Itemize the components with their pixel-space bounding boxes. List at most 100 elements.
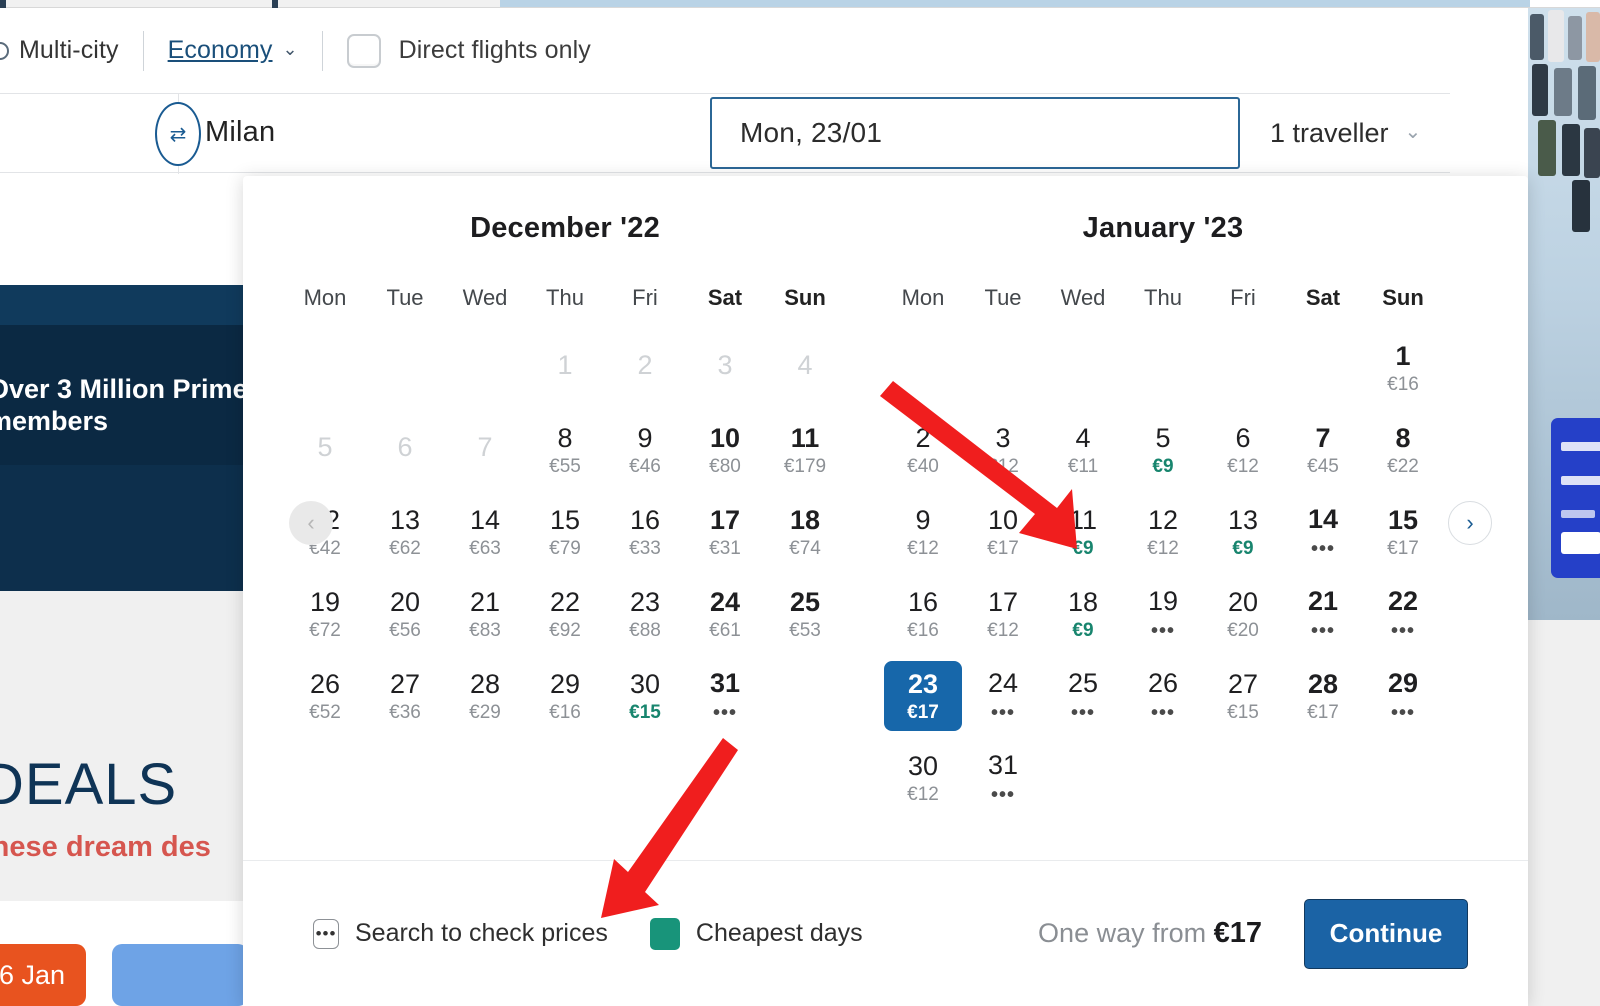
calendar-day-cell[interactable]: 13 €62 [365,491,445,573]
calendar-day-cell[interactable]: 7 €45 [1283,409,1363,491]
calendar-day-cell[interactable]: 25 ••• [1043,655,1123,737]
legend-cheapest-days: Cheapest days [649,917,863,950]
calendar-day-cell[interactable]: 29 ••• [1363,655,1443,737]
calendar-next-month-button[interactable]: › [1448,501,1492,545]
day-price: ••• [1390,619,1415,642]
promo-chip-blue[interactable] [112,944,248,1006]
calendar-day-cell[interactable]: 16 €33 [605,491,685,573]
calendar-week-row: 26 €52 27 €36 28 €29 29 €16 30 €15 31 ••• [285,655,845,737]
calendar-day-cell[interactable]: 14 €63 [445,491,525,573]
day-price: ••• [1310,537,1335,560]
calendar-day-cell[interactable]: 11 €179 [765,409,845,491]
hero-cta-card[interactable] [1551,418,1600,578]
day-price: ••• [1150,701,1175,724]
day-number: 4 [1075,422,1091,453]
promo-banner-prime: Over 3 Million Prime members [0,285,248,591]
day-price: €61 [709,620,741,642]
day-price: €16 [1387,374,1419,396]
calendar-day-cell[interactable]: 26 ••• [1123,655,1203,737]
calendar-day-cell[interactable]: 28 €29 [445,655,525,737]
calendar-day-cell[interactable]: 20 €56 [365,573,445,655]
calendar-day-cell[interactable]: 28 €17 [1283,655,1363,737]
calendar-day-cell[interactable]: 24 €61 [685,573,765,655]
day-price: €29 [469,702,501,724]
day-number: 13 [1227,504,1259,535]
calendar-day-cell[interactable]: 13 €9 [1203,491,1283,573]
calendar-day-cell: 6 [365,409,445,491]
calendar-day-cell[interactable]: 27 €15 [1203,655,1283,737]
calendar-day-cell[interactable]: 17 €31 [685,491,765,573]
calendar-day-cell[interactable]: 29 €16 [525,655,605,737]
day-price: €179 [783,456,827,478]
calendar-day-cell[interactable]: 5 €9 [1123,409,1203,491]
calendar-day-cell[interactable]: 21 €83 [445,573,525,655]
calendar-day-cell[interactable]: 17 €12 [963,573,1043,655]
day-number: 31 [987,750,1019,781]
calendar-day-cell[interactable]: 30 €12 [883,737,963,819]
chevron-down-icon: ⌄ [1404,120,1422,143]
calendar-day-cell[interactable]: 2 €40 [883,409,963,491]
date-picker-footer: ••• Search to check prices Cheapest days… [243,860,1528,1006]
continue-button[interactable]: Continue [1304,898,1468,969]
calendar-day-cell[interactable]: 6 €12 [1203,409,1283,491]
day-price: €36 [389,702,421,724]
day-number: 27 [389,668,421,699]
day-number: 23 [907,668,939,699]
promo-chip-date[interactable]: 6 Jan [0,944,86,1006]
calendar-week-row: 5 6 7 8 €55 9 €46 10 €80 11 €179 [285,409,845,491]
calendar-day-cell[interactable]: 3 €12 [963,409,1043,491]
calendar-day-cell[interactable]: 31 ••• [685,655,765,737]
calendar-day-cell[interactable]: 9 €46 [605,409,685,491]
calendar-day-cell: 7 [445,409,525,491]
calendar-day-cell[interactable]: 19 €72 [285,573,365,655]
direct-flights-label[interactable]: Direct flights only [399,36,591,65]
calendar-day-cell[interactable]: 22 ••• [1363,573,1443,655]
calendar-day-cell[interactable]: 12 €12 [1123,491,1203,573]
calendar-prev-month-button[interactable]: ‹ [289,501,333,545]
calendar-day-cell[interactable]: 11 €9 [1043,491,1123,573]
calendar-day-cell[interactable]: 16 €16 [883,573,963,655]
cabin-class-label[interactable]: Economy [168,36,273,64]
calendar-day-cell[interactable]: 20 €20 [1203,573,1283,655]
calendar-day-cell[interactable]: 23 €88 [605,573,685,655]
swap-arrows-icon[interactable]: ⇄ [155,102,201,166]
dow-fri: Fri [632,285,658,310]
day-price: €9 [1072,620,1094,642]
direct-flights-checkbox[interactable] [346,33,381,68]
calendar-day-cell[interactable]: 27 €36 [365,655,445,737]
calendar-day-cell[interactable]: 15 €17 [1363,491,1443,573]
calendar-day-cell[interactable]: 19 ••• [1123,573,1203,655]
calendar-day-cell[interactable]: 10 €80 [685,409,765,491]
calendar-day-cell[interactable]: 8 €55 [525,409,605,491]
date-input-field[interactable]: Mon, 23/01 [710,97,1240,169]
trip-type-radio-multicity[interactable] [0,41,9,60]
calendar-day-cell[interactable]: 15 €79 [525,491,605,573]
calendar-day-cell[interactable]: 18 €74 [765,491,845,573]
calendar-day-cell[interactable]: 31 ••• [963,737,1043,819]
calendar-day-cell[interactable]: 1 €16 [1363,327,1443,409]
calendar-day-cell[interactable]: 22 €92 [525,573,605,655]
day-number: 14 [1307,504,1339,535]
calendar-day-cell[interactable]: 24 ••• [963,655,1043,737]
calendar-day-cell[interactable]: 14 ••• [1283,491,1363,573]
trip-type-label-multicity[interactable]: Multi-city [19,36,119,65]
calendar-day-cell[interactable]: 26 €52 [285,655,365,737]
dow-tue: Tue [386,285,424,310]
cabin-class-selector[interactable]: Economy ⌄ [168,36,298,65]
day-number: 9 [915,504,931,535]
calendar-day-cell[interactable]: 10 €17 [963,491,1043,573]
destination-city-field[interactable]: Milan [205,116,275,149]
calendar-day-cell[interactable]: 4 €11 [1043,409,1123,491]
day-price: ••• [1150,619,1175,642]
day-price: €88 [629,620,661,642]
calendar-day-cell[interactable]: 18 €9 [1043,573,1123,655]
calendar-day-cell[interactable]: 30 €15 [605,655,685,737]
calendar-day-selected[interactable]: 23 €17 [883,655,963,737]
calendar-day-cell[interactable]: 9 €12 [883,491,963,573]
calendar-day-cell[interactable]: 25 €53 [765,573,845,655]
calendar-day-cell[interactable]: 21 ••• [1283,573,1363,655]
calendar-day-cell[interactable]: 8 €22 [1363,409,1443,491]
day-price: €63 [469,538,501,560]
travellers-selector[interactable]: 1 traveller ⌄ [1242,97,1448,169]
day-of-week-header: Mon Tue Wed Thu Fri Sat Sun [883,285,1443,311]
